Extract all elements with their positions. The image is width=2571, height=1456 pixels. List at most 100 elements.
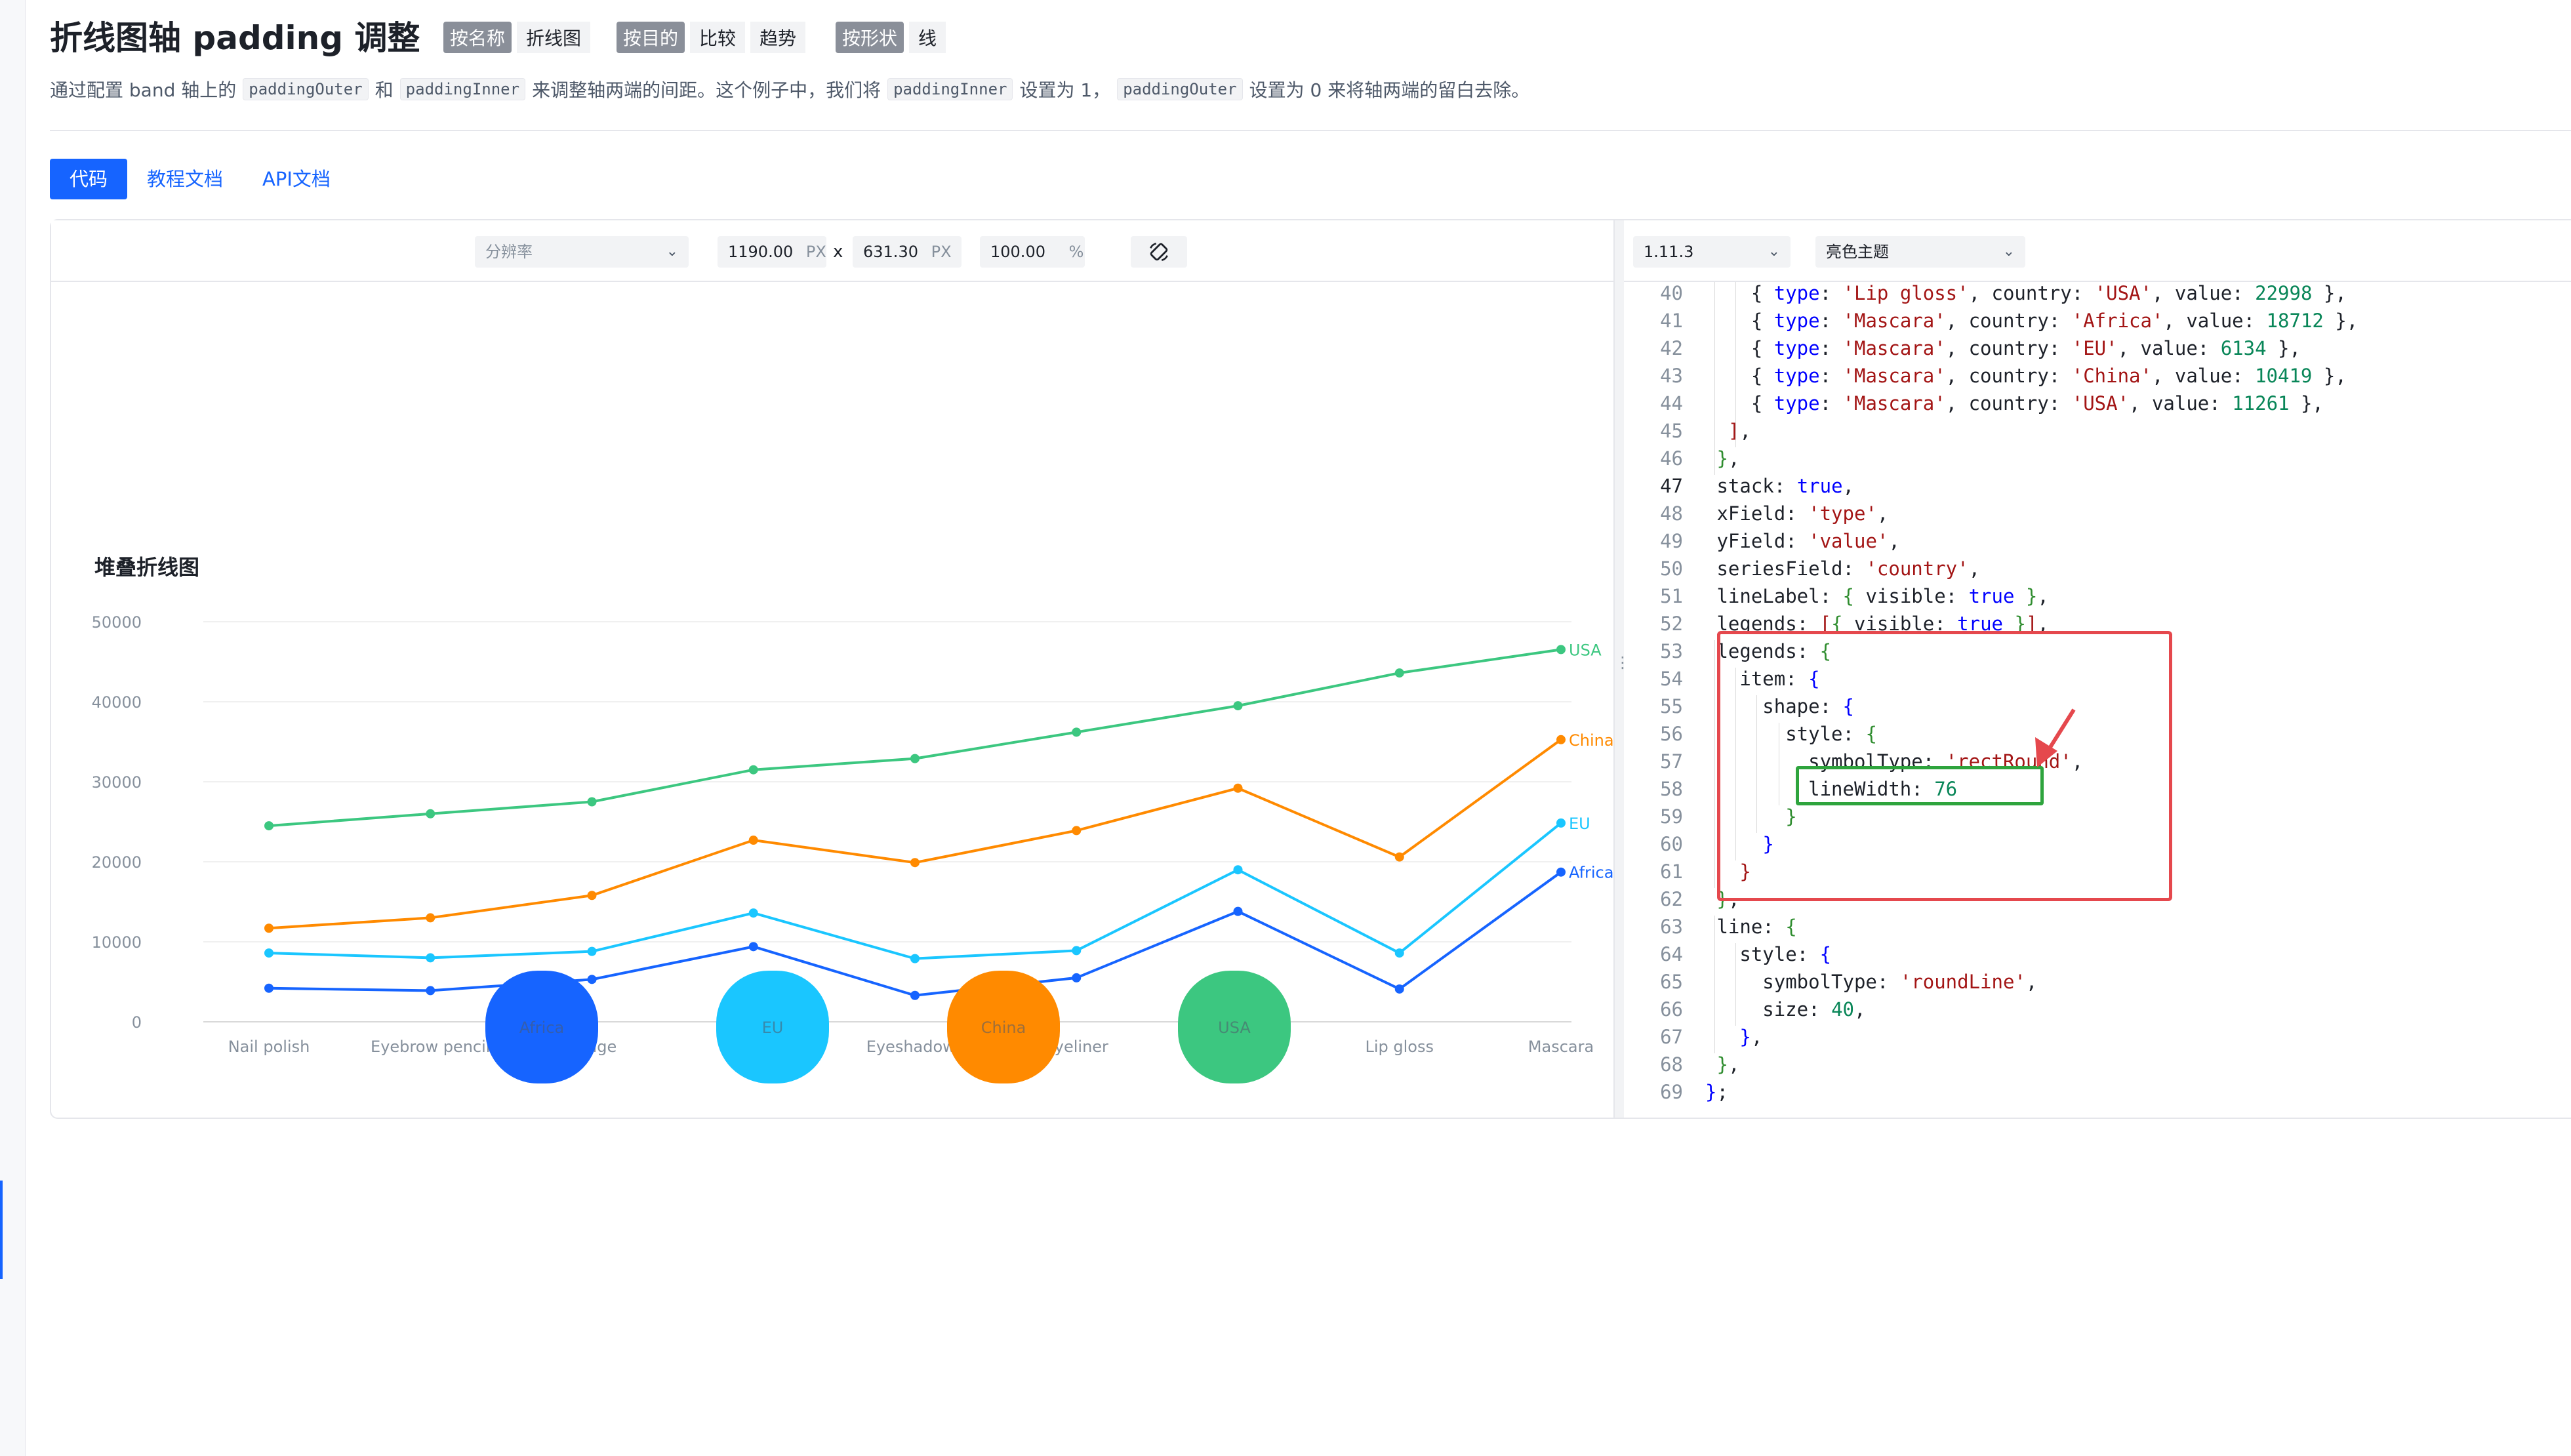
demo-panel: 分辨率 ⌄ 1190.00 PX x 631.30 PX 100.00 % 堆叠…: [50, 219, 2571, 1119]
tag-key: 按目的: [617, 22, 685, 53]
line-number: 55: [1660, 695, 1683, 718]
code-line[interactable]: lineLabel: { visible: true },: [1705, 585, 2048, 607]
line-number: 61: [1660, 860, 1683, 883]
page-title: 折线图轴 padding 调整: [50, 19, 420, 57]
code-line[interactable]: { type: 'Mascara', country: 'USA', value…: [1705, 392, 2324, 415]
data-point: [1072, 973, 1082, 982]
tag-value[interactable]: 趋势: [750, 22, 806, 53]
line-number: 56: [1660, 723, 1683, 745]
line-number: 63: [1660, 916, 1683, 938]
tag-value[interactable]: 折线图: [517, 22, 591, 53]
tag-value[interactable]: 比较: [690, 22, 746, 53]
tag-value[interactable]: 线: [909, 22, 946, 53]
line-end-label: EU: [1569, 815, 1590, 833]
line-number: 54: [1660, 668, 1683, 690]
data-point: [264, 948, 273, 958]
inline-code: paddingOuter: [1117, 78, 1243, 100]
rotate-button[interactable]: [1131, 236, 1187, 268]
inline-code: paddingOuter: [243, 78, 369, 100]
data-point: [910, 754, 920, 763]
code-line[interactable]: seriesField: 'country',: [1705, 557, 1980, 580]
code-line[interactable]: { type: 'Lip gloss', country: 'USA', val…: [1705, 282, 2347, 304]
line-end-label: Africa: [1569, 864, 1613, 882]
data-point: [1556, 818, 1566, 828]
x-tick-label: Mascara: [1528, 1038, 1594, 1056]
series-line-usa: [268, 648, 1562, 828]
chart-preview: 堆叠折线图 0 10000 20000 30000 40000 50000 Nail poli…: [51, 282, 1614, 1116]
code-line[interactable]: symbolType: 'roundLine',: [1705, 971, 2037, 993]
code-line[interactable]: line: {: [1705, 916, 1796, 938]
data-point: [1233, 701, 1243, 711]
data-point: [910, 954, 920, 963]
theme-value: 亮色主题: [1826, 243, 1889, 261]
line-number: 57: [1660, 750, 1683, 773]
width-value: 1190.00: [728, 243, 794, 261]
data-point: [1072, 727, 1082, 737]
tag-key: 按形状: [836, 22, 904, 53]
tag-group-purpose: 按目的 比较 趋势: [617, 22, 806, 53]
data-point: [1394, 948, 1404, 958]
code-line[interactable]: { type: 'Mascara', country: 'EU', value:…: [1705, 337, 2301, 359]
code-line[interactable]: },: [1705, 1053, 1739, 1076]
code-line[interactable]: },: [1705, 447, 1739, 470]
chart-title: 堆叠折线图: [94, 555, 199, 580]
data-point: [1394, 984, 1404, 994]
line-number: 58: [1660, 778, 1683, 800]
tab-code[interactable]: 代码: [50, 159, 128, 199]
data-point: [748, 942, 758, 952]
code-line[interactable]: ],: [1705, 420, 1751, 442]
data-point: [426, 809, 435, 819]
zoom-input[interactable]: 100.00 %: [980, 236, 1085, 268]
code-line[interactable]: size: 40,: [1705, 998, 1865, 1021]
legend-label: Africa: [519, 1019, 564, 1037]
tag-group-name: 按名称 折线图: [443, 22, 591, 53]
code-line[interactable]: stack: true,: [1705, 475, 1854, 497]
drag-handle-icon: ⋮: [1615, 653, 1630, 672]
width-input[interactable]: 1190.00 PX: [718, 236, 826, 268]
data-point: [1072, 826, 1082, 836]
desc-text: 和: [375, 79, 394, 101]
line-number: 40: [1660, 282, 1683, 304]
y-tick-label: 20000: [92, 853, 142, 872]
line-number: 65: [1660, 971, 1683, 993]
data-point: [587, 946, 597, 956]
code-line[interactable]: { type: 'Mascara', country: 'China', val…: [1705, 365, 2347, 387]
annotation-green-box: [1796, 766, 2044, 805]
code-line[interactable]: };: [1705, 1081, 1728, 1103]
line-number: 42: [1660, 337, 1683, 359]
desc-text: 设置为 0 来将轴两端的留白去除。: [1249, 79, 1530, 101]
x-tick-label: Nail polish: [228, 1038, 310, 1056]
line-number: 48: [1660, 502, 1683, 525]
code-line[interactable]: style: {: [1705, 943, 1831, 965]
height-unit: PX: [931, 243, 952, 261]
resolution-select[interactable]: 分辨率 ⌄: [475, 236, 689, 268]
data-point: [264, 983, 273, 993]
line-number: 51: [1660, 585, 1683, 607]
dimension-separator: x: [833, 242, 843, 262]
data-point: [748, 836, 758, 845]
editor-toolbar: 1.11.3 ⌄ 亮色主题 ⌄: [1624, 220, 2571, 282]
tab-bar: 代码 教程文档 API文档: [50, 159, 350, 199]
line-number: 41: [1660, 310, 1683, 332]
left-nav-rail: [0, 0, 26, 1456]
zoom-unit: %: [1068, 243, 1084, 261]
line-number: 59: [1660, 805, 1683, 828]
line-end-label: China: [1569, 731, 1613, 750]
tab-api-docs[interactable]: API文档: [243, 159, 350, 199]
chevron-down-icon: ⌄: [2002, 243, 2015, 260]
height-input[interactable]: 631.30 PX: [853, 236, 962, 268]
code-line[interactable]: yField: 'value',: [1705, 530, 1899, 552]
legend-label: EU: [762, 1019, 784, 1037]
line-number: 62: [1660, 888, 1683, 910]
line-number: 67: [1660, 1026, 1683, 1048]
theme-select[interactable]: 亮色主题 ⌄: [1815, 236, 2025, 268]
legend-label: USA: [1218, 1019, 1251, 1037]
version-select[interactable]: 1.11.3 ⌄: [1633, 236, 1791, 268]
line-number: 50: [1660, 557, 1683, 580]
data-point: [264, 923, 273, 933]
code-line[interactable]: },: [1705, 1026, 1762, 1048]
code-line[interactable]: xField: 'type',: [1705, 502, 1888, 525]
code-line[interactable]: { type: 'Mascara', country: 'Africa', va…: [1705, 310, 2358, 332]
tab-tutorial-docs[interactable]: 教程文档: [127, 159, 243, 199]
zoom-value: 100.00: [990, 243, 1045, 261]
